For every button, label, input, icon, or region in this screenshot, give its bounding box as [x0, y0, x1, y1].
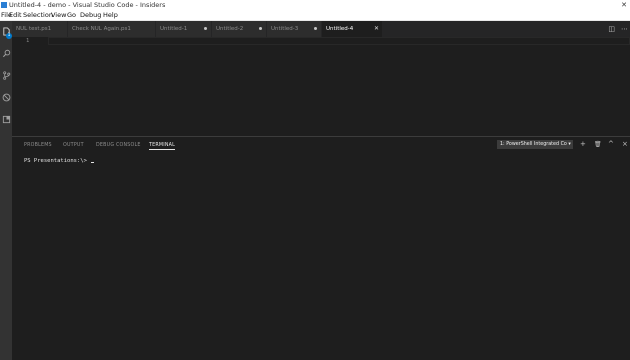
extensions-icon[interactable] — [1, 114, 11, 124]
tab-untitled-2[interactable]: Untitled-2 — [212, 21, 266, 37]
split-editor-icon[interactable]: ◫ — [608, 25, 615, 33]
search-icon[interactable] — [1, 48, 11, 58]
terminal-output[interactable]: PS Presentations:\> — [24, 158, 95, 164]
tab-output[interactable]: OUTPUT — [63, 143, 84, 148]
unsaved-dot-icon[interactable] — [204, 27, 207, 30]
terminal-prompt: PS Presentations:\> — [24, 158, 91, 164]
bottom-panel: PROBLEMS OUTPUT DEBUG CONSOLE TERMINAL 1… — [12, 136, 630, 360]
tab-terminal[interactable]: TERMINAL — [149, 143, 175, 150]
debug-icon[interactable] — [1, 92, 11, 102]
unsaved-dot-icon[interactable] — [314, 27, 317, 30]
editor-tab-bar: NUL test.ps1 Check NUL Again.ps1 Untitle… — [12, 21, 630, 37]
menu-bar: File Edit Selection View Go Debug Help — [0, 10, 630, 21]
menu-view[interactable]: View — [51, 10, 66, 21]
maximize-panel-icon[interactable]: ^ — [608, 140, 614, 149]
tab-untitled-1[interactable]: Untitled-1 — [156, 21, 211, 37]
tab-label: Untitled-2 — [216, 26, 244, 32]
more-actions-icon[interactable]: ⋯ — [621, 25, 628, 33]
tab-label: Untitled-4 — [326, 26, 354, 32]
close-panel-icon[interactable]: × — [622, 140, 628, 149]
window-close-button[interactable]: ✕ — [621, 0, 627, 10]
menu-help[interactable]: Help — [103, 10, 118, 21]
tab-problems[interactable]: PROBLEMS — [24, 143, 52, 148]
tab-label: Untitled-3 — [271, 26, 299, 32]
line-number: 1 — [26, 38, 30, 44]
current-line-highlight — [48, 37, 630, 45]
menu-selection[interactable]: Selection — [23, 10, 53, 21]
terminal-cursor — [91, 162, 95, 163]
title-bar: Untitled-4 - demo - Visual Studio Code -… — [0, 0, 630, 10]
tab-untitled-4[interactable]: Untitled-4 ✕ — [322, 21, 382, 37]
tab-nul-test[interactable]: NUL test.ps1 — [12, 21, 67, 37]
editor-actions: ◫ ⋯ — [608, 21, 628, 37]
tab-label: NUL test.ps1 — [16, 26, 52, 32]
terminal-selector[interactable]: 1: PowerShell Integrated Co ▾ — [497, 140, 573, 149]
window-title: Untitled-4 - demo - Visual Studio Code -… — [9, 1, 166, 9]
activity-bar: 1 — [0, 21, 12, 360]
source-control-icon[interactable] — [1, 70, 11, 80]
tab-label: Untitled-1 — [160, 26, 188, 32]
close-icon[interactable]: ✕ — [374, 21, 379, 37]
menu-debug[interactable]: Debug — [80, 10, 101, 21]
menu-go[interactable]: Go — [67, 10, 76, 21]
new-terminal-icon[interactable]: + — [580, 140, 586, 149]
menu-edit[interactable]: Edit — [9, 10, 22, 21]
unsaved-dot-icon[interactable] — [259, 27, 262, 30]
tab-untitled-3[interactable]: Untitled-3 — [267, 21, 321, 37]
vscode-logo-icon — [1, 2, 7, 8]
tab-debug-console[interactable]: DEBUG CONSOLE — [96, 143, 141, 148]
editor-area[interactable]: 1 — [12, 37, 630, 135]
tab-check-nul-again[interactable]: Check NUL Again.ps1 — [68, 21, 155, 37]
tab-label: Check NUL Again.ps1 — [72, 26, 131, 32]
kill-terminal-icon[interactable]: 🗑 — [594, 140, 602, 149]
